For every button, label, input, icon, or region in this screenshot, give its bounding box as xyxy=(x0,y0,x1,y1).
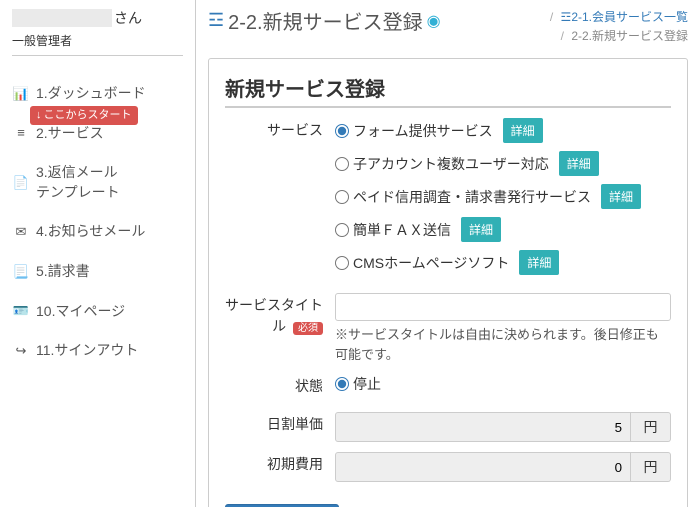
sidebar-item-3[interactable]: ✉ 4.お知らせメール xyxy=(12,212,183,252)
detail-button[interactable]: 詳細 xyxy=(461,217,501,242)
user-block: さん 一般管理者 xyxy=(12,8,183,56)
sidebar: さん 一般管理者 📊 1.ダッシュボードここからスタート≡ 2.サービス 📄 3.返信メ… xyxy=(0,0,195,507)
status-radio-0[interactable] xyxy=(335,377,349,391)
detail-button[interactable]: 詳細 xyxy=(519,250,559,275)
breadcrumb: ☲2-1.会員サービス一覧 2-2.新規サービス登録 xyxy=(546,8,688,46)
crumb-current: 2-2.新規サービス登録 xyxy=(571,29,688,43)
sidebar-item-4[interactable]: 📃 5.請求書 xyxy=(12,252,183,292)
page-title-text: 2-2.新規サービス登録 xyxy=(228,6,422,35)
service-option-label: CMSホームページソフト xyxy=(353,253,509,273)
crumb-link-service-list[interactable]: ☲2-1.会員サービス一覧 xyxy=(561,10,688,24)
nav-icon: ≡ xyxy=(12,124,30,142)
label-daily-price: 日割単価 xyxy=(225,412,335,435)
service-option-label: フォーム提供サービス xyxy=(353,121,493,141)
row-status: 状態 停止 xyxy=(225,374,671,402)
service-radio-0[interactable] xyxy=(335,124,349,138)
detail-button[interactable]: 詳細 xyxy=(601,184,641,209)
unit-yen: 円 xyxy=(631,452,671,482)
sidebar-item-5[interactable]: 🪪 10.マイページ xyxy=(12,292,183,332)
nav-label: 11.サインアウト xyxy=(36,341,183,361)
service-radio-4[interactable] xyxy=(335,256,349,270)
detail-button[interactable]: 詳細 xyxy=(503,118,543,143)
user-name-suffix: さん xyxy=(114,8,142,28)
start-here-badge: ここからスタート xyxy=(30,106,138,125)
service-title-help: ※サービスタイトルは自由に決められます。後日修正も可能です。 xyxy=(335,325,671,364)
nav-icon: ✉ xyxy=(12,223,30,241)
label-initial-cost: 初期費用 xyxy=(225,452,335,475)
service-option-1: 子アカウント複数ユーザー対応詳細 xyxy=(335,151,671,176)
list-icon: ☲ xyxy=(208,10,224,31)
nav-icon: 📊 xyxy=(12,85,30,103)
status-options: 停止 xyxy=(335,374,671,402)
service-option-2: ペイド信用調査・請求書発行サービス詳細 xyxy=(335,184,671,209)
daily-price-input[interactable] xyxy=(335,412,631,442)
nav-label: 3.返信メール テンプレート xyxy=(36,163,183,202)
row-initial-cost: 初期費用 円 xyxy=(225,452,671,482)
unit-yen: 円 xyxy=(631,412,671,442)
row-daily-price: 日割単価 円 xyxy=(225,412,671,442)
service-option-3: 簡単ＦＡＸ送信詳細 xyxy=(335,217,671,242)
initial-cost-input[interactable] xyxy=(335,452,631,482)
nav-label: 1.ダッシュボード xyxy=(36,84,183,104)
service-option-label: ペイド信用調査・請求書発行サービス xyxy=(353,187,591,207)
service-options: フォーム提供サービス詳細子アカウント複数ユーザー対応詳細ペイド信用調査・請求書発… xyxy=(335,118,671,283)
sidebar-item-2[interactable]: 📄 3.返信メール テンプレート xyxy=(12,153,183,212)
form-panel: 新規サービス登録 サービス フォーム提供サービス詳細子アカウント複数ユーザー対応… xyxy=(208,58,688,507)
label-service-title: サービスタイトル 必須 xyxy=(225,293,335,337)
user-role: 一般管理者 xyxy=(12,32,183,56)
service-option-0: フォーム提供サービス詳細 xyxy=(335,118,671,143)
user-name-redacted xyxy=(12,9,112,27)
nav-label: 2.サービス xyxy=(36,124,183,144)
panel-heading: 新規サービス登録 xyxy=(225,73,671,108)
nav-label: 5.請求書 xyxy=(36,262,183,282)
row-service: サービス フォーム提供サービス詳細子アカウント複数ユーザー対応詳細ペイド信用調査… xyxy=(225,118,671,283)
service-radio-1[interactable] xyxy=(335,157,349,171)
list-icon: ☲ xyxy=(561,10,572,24)
nav-icon: 🪪 xyxy=(12,302,30,320)
page-title: ☲ 2-2.新規サービス登録 ◉ xyxy=(208,6,441,35)
service-radio-3[interactable] xyxy=(335,223,349,237)
sidebar-item-1[interactable]: ここからスタート≡2.サービス xyxy=(12,114,183,154)
nav-icon: ↪ xyxy=(12,342,30,360)
service-option-label: 子アカウント複数ユーザー対応 xyxy=(353,154,549,174)
required-badge: 必須 xyxy=(293,322,323,335)
service-radio-2[interactable] xyxy=(335,190,349,204)
sidebar-nav: 📊 1.ダッシュボードここからスタート≡ 2.サービス 📄 3.返信メール テンプレート… xyxy=(12,74,183,371)
nav-icon: 📄 xyxy=(12,174,30,192)
service-title-input[interactable] xyxy=(335,293,671,321)
status-option-label: 停止 xyxy=(353,374,381,394)
label-service: サービス xyxy=(225,118,335,141)
row-service-title: サービスタイトル 必須 ※サービスタイトルは自由に決められます。後日修正も可能で… xyxy=(225,293,671,364)
main: ☲ 2-2.新規サービス登録 ◉ ☲2-1.会員サービス一覧 2-2.新規サービ… xyxy=(195,0,700,507)
service-option-4: CMSホームページソフト詳細 xyxy=(335,250,671,275)
label-status: 状態 xyxy=(225,374,335,397)
nav-icon: 📃 xyxy=(12,263,30,281)
sidebar-item-6[interactable]: ↪ 11.サインアウト xyxy=(12,331,183,371)
dashboard-icon: ◉ xyxy=(427,11,441,31)
status-option-0: 停止 xyxy=(335,374,671,394)
nav-label: 10.マイページ xyxy=(36,302,183,322)
detail-button[interactable]: 詳細 xyxy=(559,151,599,176)
service-option-label: 簡単ＦＡＸ送信 xyxy=(353,220,451,240)
nav-label: 4.お知らせメール xyxy=(36,222,183,242)
